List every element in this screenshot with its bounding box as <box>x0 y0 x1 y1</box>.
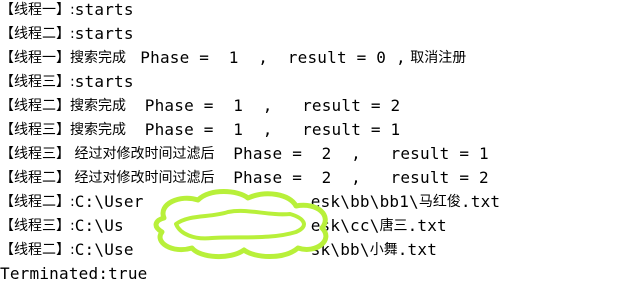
console-line-text: starts <box>74 72 134 91</box>
console-line-text: 唐三 <box>379 218 408 234</box>
console-line: 【线程三】:starts <box>0 70 134 94</box>
console-line: 【线程三】:C:\Us esk\cc\唐三.txt <box>0 214 447 238</box>
console-line-text: Phase = 2 , result = 1 <box>223 144 489 163</box>
console-line-text: .txt <box>397 240 438 259</box>
console-line-text: .txt <box>407 216 447 235</box>
console-line: 【线程二】搜索完成 Phase = 1 , result = 2 <box>0 94 400 118</box>
console-line-text: 【线程二】搜索完成 <box>0 98 135 114</box>
console-line-text: Phase = 1 , result = 2 <box>134 96 401 115</box>
console-line-text: 【线程二】 经过对修改时间过滤后 <box>0 170 224 186</box>
console-line-text: esk\cc\ <box>310 216 380 235</box>
console-line-text: C:\Use <box>74 240 134 259</box>
console-line-text: Phase = 1 , result = 0 , <box>130 48 406 67</box>
console-line: 【线程二】 经过对修改时间过滤后 Phase = 2 , result = 2 <box>0 166 489 190</box>
console-line: 【线程三】搜索完成 Phase = 1 , result = 1 <box>0 118 400 142</box>
console-line-text: starts <box>74 0 134 19</box>
console-line-text: sk\bb\ <box>310 240 370 259</box>
console-line: 【线程二】:C:\Use sk\bb\小舞.txt <box>0 238 437 262</box>
console-line-text: C:\Us <box>74 216 124 235</box>
console-line: Terminated:true <box>0 262 148 286</box>
console-line-text: Terminated:true <box>0 264 148 283</box>
console-line-text: 【线程三】: <box>0 74 75 90</box>
console-line: 【线程二】:C:\User esk\bb\bb1\马红俊.txt <box>0 190 500 214</box>
console-line-text: 【线程三】搜索完成 <box>0 122 135 138</box>
console-line-text: 马红俊 <box>418 194 461 210</box>
console-line-text: Phase = 1 , result = 1 <box>134 120 401 139</box>
console-line-text: starts <box>74 24 134 43</box>
console-line-text: 【线程三】 经过对修改时间过滤后 <box>0 146 224 162</box>
console-line: 【线程一】:starts <box>0 0 134 22</box>
console-line: 【线程二】:starts <box>0 22 134 46</box>
console-line-text: 【线程三】: <box>0 218 75 234</box>
console-line-text: 【线程一】搜索完成 <box>0 50 131 66</box>
console-line-text <box>144 190 311 214</box>
console-line: 【线程一】搜索完成 Phase = 1 , result = 0 , 取消注册 <box>0 46 466 70</box>
console-line-text: .txt <box>460 192 501 211</box>
console-line-text: esk\bb\bb1\ <box>310 192 419 211</box>
console-line-text: 【线程二】: <box>0 242 75 258</box>
console-line-text: 【线程一】: <box>0 2 75 18</box>
console-line-text <box>124 214 311 238</box>
console-line-text: 【线程二】: <box>0 194 75 210</box>
console-line-text: 取消注册 <box>405 50 467 66</box>
console-line-text: Phase = 2 , result = 2 <box>223 168 489 187</box>
console-line-text: 小舞 <box>369 242 398 258</box>
console-line: 【线程三】 经过对修改时间过滤后 Phase = 2 , result = 1 <box>0 142 489 166</box>
console-line-text: 【线程二】: <box>0 26 75 42</box>
console-line-text <box>134 238 311 262</box>
console-line-text: C:\User <box>74 192 144 211</box>
console-output: 【线程一】:starts 【线程二】:starts 【线程一】搜索完成 Phase … <box>0 0 638 284</box>
